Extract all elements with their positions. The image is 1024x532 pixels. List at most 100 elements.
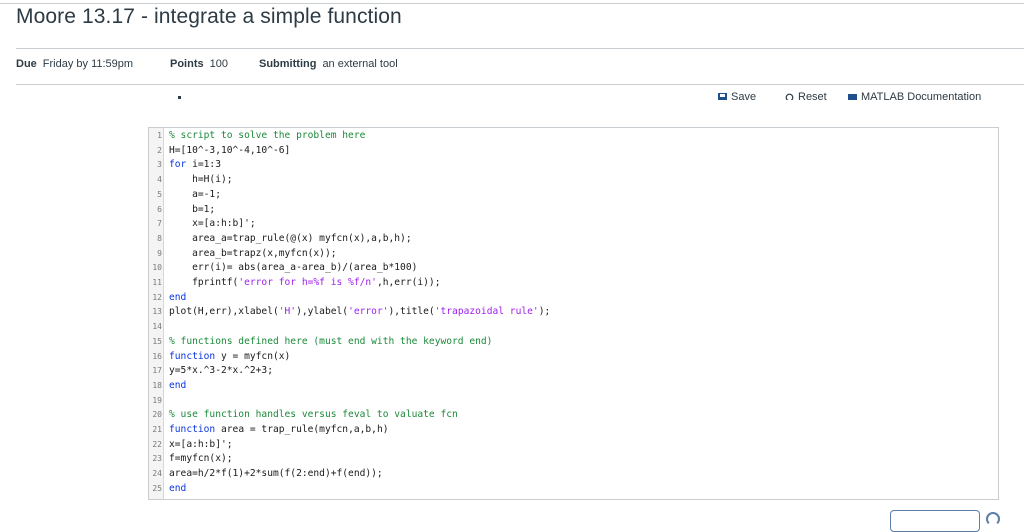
reset-label: Reset [798, 91, 827, 100]
run-button[interactable] [890, 510, 980, 532]
code-text: x=[a:h:b]'; [169, 217, 256, 232]
code-token: end [169, 379, 187, 391]
meta-divider [16, 84, 1024, 85]
code-token: area_a=trap_rule(@(x) myfcn(x),a,b,h); [169, 232, 412, 244]
code-text: h=H(i); [169, 173, 233, 188]
code-text: area=h/2*f(1)+2*sum(f(2:end)+f(end)); [169, 467, 383, 482]
code-line[interactable]: 5 a=-1; [149, 188, 996, 203]
reset-button[interactable]: Reset [785, 90, 827, 100]
line-number: 12 [152, 292, 162, 302]
code-text: % use function handles versus feval to v… [169, 408, 458, 423]
code-token: ); [538, 306, 551, 318]
top-divider [0, 3, 1024, 4]
code-token: end [169, 291, 187, 303]
code-line[interactable]: 8 area_a=trap_rule(@(x) myfcn(x),a,b,h); [149, 232, 996, 247]
code-token: err(i)= abs(area_a-area_b)/(area_b*100) [169, 262, 418, 274]
code-text: y=5*x.^3-2*x.^2+3; [169, 364, 273, 379]
code-text: end [169, 482, 186, 497]
line-number: 9 [157, 248, 162, 258]
code-line[interactable]: 21 function area = trap_rule(myfcn,a,b,h) [149, 423, 996, 438]
points-meta: Points 100 [170, 58, 228, 70]
code-token: 'error' [348, 306, 389, 318]
line-number: 22 [152, 439, 162, 449]
code-line[interactable]: 25 end [149, 482, 996, 497]
code-text: err(i)= abs(area_a-area_b)/(area_b*100) [169, 261, 417, 276]
code-line[interactable]: 15 % functions defined here (must end wit… [149, 335, 996, 350]
docs-label: MATLAB Documentation [861, 91, 982, 100]
code-token: i=1:3 [186, 159, 221, 171]
save-icon [718, 92, 727, 100]
submitting-label: Submitting [259, 58, 317, 70]
code-line[interactable]: 4 h=H(i); [149, 173, 996, 188]
code-token: area_b=trapz(x,myfcn(x)); [169, 247, 337, 259]
code-text: area_a=trap_rule(@(x) myfcn(x),a,b,h); [169, 232, 412, 247]
points-label: Points [170, 58, 204, 70]
line-number: 24 [152, 469, 162, 479]
page-title: Moore 13.17 - integrate a simple functio… [16, 5, 402, 28]
code-token: 'H' [278, 306, 297, 318]
code-token: x=[a:h:b]'; [169, 218, 256, 230]
line-number: 20 [152, 410, 162, 420]
code-line[interactable]: 19 [149, 394, 996, 409]
line-number: 7 [157, 219, 162, 229]
code-line[interactable]: 20 % use function handles versus feval to… [149, 408, 996, 423]
code-token: 'trapazoidal rule' [434, 306, 539, 318]
line-number: 17 [152, 366, 162, 376]
code-line[interactable]: 7 x=[a:h:b]'; [149, 217, 996, 232]
bullet-dot [178, 96, 181, 99]
code-line[interactable]: 16 function y = myfcn(x) [149, 350, 996, 365]
line-number: 8 [157, 233, 162, 243]
code-line[interactable]: 23 f=myfcn(x); [149, 452, 996, 467]
line-number: 15 [152, 336, 162, 346]
code-token: area=h/2*f(1)+2*sum(f(2:end)+f(end)); [169, 468, 383, 480]
code-token: end [169, 482, 187, 494]
code-line[interactable]: 11 fprintf('error for h=%f is %f/n',h,er… [149, 276, 996, 291]
code-line[interactable]: 24 area=h/2*f(1)+2*sum(f(2:end)+f(end)); [149, 467, 996, 482]
code-text: H=[10^-3,10^-4,10^-6] [169, 144, 290, 159]
code-line[interactable]: 3 for i=1:3 [149, 158, 996, 173]
code-line[interactable]: 18 end [149, 379, 996, 394]
code-line[interactable]: 6 b=1; [149, 203, 996, 218]
code-token: fprintf( [169, 277, 239, 288]
code-editor[interactable]: 1 % script to solve the problem here 2 H=[1… [148, 127, 999, 500]
code-line[interactable]: 9 area_b=trapz(x,myfcn(x)); [149, 247, 996, 262]
line-number: 1 [157, 131, 162, 140]
code-line[interactable]: 12 end [149, 291, 996, 306]
code-line[interactable]: 14 [149, 320, 996, 335]
code-token: ),ylabel( [296, 306, 349, 318]
code-text: function y = myfcn(x) [169, 350, 290, 365]
code-line[interactable]: 17 y=5*x.^3-2*x.^2+3; [149, 364, 996, 379]
code-token: 'error for h=%f is %f/n' [238, 277, 377, 288]
code-token: h=H(i); [169, 174, 233, 186]
code-text: b=1; [169, 203, 215, 218]
line-number: 11 [152, 278, 162, 287]
title-divider [16, 48, 1024, 49]
code-token: % use function handles versus feval to v… [169, 409, 458, 421]
code-line[interactable]: 2 H=[10^-3,10^-4,10^-6] [149, 144, 996, 159]
refresh-icon[interactable] [986, 512, 1000, 526]
line-number: 5 [157, 189, 162, 199]
line-number: 21 [152, 425, 162, 434]
due-label: Due [16, 58, 37, 70]
code-line[interactable]: 22 x=[a:h:b]'; [149, 438, 996, 453]
code-text: plot(H,err),xlabel('H'),ylabel('error'),… [169, 305, 550, 320]
code-line[interactable]: 10 err(i)= abs(area_a-area_b)/(area_b*10… [149, 261, 996, 276]
code-token: H=[10^-3,10^-4,10^-6] [169, 144, 291, 156]
code-token: a=-1; [169, 188, 221, 200]
matlab-docs-button[interactable]: MATLAB Documentation [848, 90, 981, 100]
docs-icon [848, 93, 857, 100]
code-token: plot(H,err),xlabel( [169, 306, 279, 318]
code-line[interactable]: 13 plot(H,err),xlabel('H'),ylabel('error'… [149, 305, 996, 320]
line-number: 14 [152, 322, 162, 332]
code-text: area_b=trapz(x,myfcn(x)); [169, 247, 337, 262]
line-number: 13 [152, 307, 162, 317]
code-text: x=[a:h:b]'; [169, 438, 233, 453]
code-text: end [169, 379, 186, 394]
code-text: for i=1:3 [169, 158, 221, 173]
line-number: 16 [152, 351, 162, 361]
points-value: 100 [209, 58, 228, 70]
code-token: f=myfcn(x); [169, 453, 233, 465]
submitting-value: an external tool [322, 58, 398, 70]
save-button[interactable]: Save [718, 90, 756, 100]
code-line[interactable]: 1 % script to solve the problem here [149, 129, 996, 144]
